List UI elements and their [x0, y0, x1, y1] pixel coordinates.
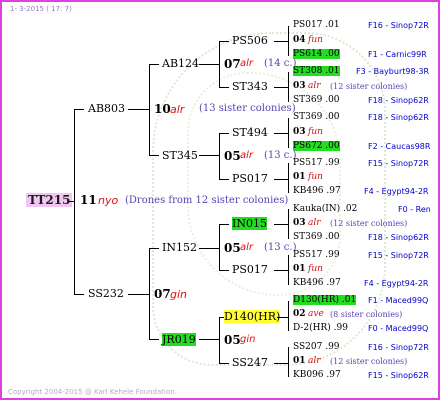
l3-colony[interactable]: PS017: [232, 263, 268, 276]
dam-colony[interactable]: SS232: [88, 287, 124, 300]
l2-number: 05: [224, 241, 241, 255]
leaf-colony[interactable]: D-2(HR) .99: [293, 323, 348, 333]
leaf-number: 03: [293, 127, 306, 137]
l2-info: (13 c.): [264, 150, 297, 161]
l2-race: alr: [240, 242, 254, 253]
l3-colony-highlighted[interactable]: D140(HR): [224, 310, 281, 323]
leaf-origin: F4 - Egypt94-2R: [364, 187, 429, 196]
leaf-origin: F1 - Carnic99R: [368, 50, 427, 59]
leaf-race: alr: [308, 356, 321, 366]
leaf-origin: F15 - Sinop72R: [368, 159, 429, 168]
leaf-colony-highlighted[interactable]: PS614 .00: [293, 49, 340, 59]
leaf-origin: F18 - Sinop62R: [368, 96, 429, 105]
root-number: 11: [80, 193, 97, 207]
leaf-info: (12 sister colonies): [330, 357, 408, 366]
leaf-colony[interactable]: Kauka(IN) .02: [293, 204, 357, 214]
leaf-race: fun: [308, 127, 323, 137]
dam-number: 07: [154, 287, 171, 301]
leaf-colony[interactable]: ST369 .00: [293, 112, 340, 122]
leaf-origin: F15 - Sinop62R: [368, 371, 429, 380]
l2-colony[interactable]: ST345: [162, 149, 198, 162]
leaf-colony[interactable]: ST369 .00: [293, 95, 340, 105]
l3-colony[interactable]: ST494: [232, 126, 268, 139]
leaf-info: (8 sister colonies): [330, 310, 403, 319]
leaf-race: alr: [308, 218, 321, 228]
leaf-number: 02: [293, 309, 306, 319]
leaf-race: fun: [308, 172, 323, 182]
leaf-race: alr: [308, 81, 321, 91]
leaf-race: ave: [308, 309, 324, 319]
sire-info: (13 sister colonies): [199, 103, 296, 114]
l2-number: 05: [224, 333, 241, 347]
leaf-number: 01: [293, 264, 306, 274]
leaf-number: 03: [293, 81, 306, 91]
leaf-colony[interactable]: KB496 .97: [293, 186, 341, 196]
l2-race: gin: [240, 334, 256, 345]
leaf-race: fun: [308, 264, 323, 274]
l3-colony[interactable]: PS506: [232, 34, 268, 47]
leaf-origin: F16 - Sinop72R: [368, 21, 429, 30]
root-info: (Drones from 12 sister colonies): [125, 195, 289, 206]
l2-race: alr: [240, 58, 254, 69]
dam-race: gin: [170, 288, 188, 301]
l2-race: alr: [240, 150, 254, 161]
l2-colony[interactable]: IN152: [162, 241, 197, 254]
l2-number: 07: [224, 57, 241, 71]
leaf-origin: F18 - Sinop62R: [368, 113, 429, 122]
leaf-origin: F2 - Caucas98R: [368, 142, 431, 151]
leaf-colony[interactable]: PS517 .99: [293, 158, 340, 168]
pedigree-chart: 1- 3-2015 ( 17: 7) TT215 11 nyo (Drones …: [0, 0, 440, 400]
leaf-colony-highlighted[interactable]: D130(HR) .01: [293, 295, 357, 305]
root-colony[interactable]: TT215: [26, 193, 73, 207]
leaf-origin: F0 - Ren: [398, 205, 431, 214]
leaf-colony-highlighted[interactable]: PS672 .00: [293, 141, 340, 151]
leaf-number: 03: [293, 218, 306, 228]
l2-info: (14 c.): [264, 58, 297, 69]
leaf-colony[interactable]: KB096 .97: [293, 370, 341, 380]
l3-colony[interactable]: PS017: [232, 172, 268, 185]
sire-race: alr: [170, 103, 185, 116]
leaf-colony[interactable]: PS017 .01: [293, 20, 340, 30]
date-label: 1- 3-2015 ( 17: 7): [10, 5, 72, 13]
leaf-colony[interactable]: ST369 .00: [293, 232, 340, 242]
leaf-origin: F0 - Maced99Q: [368, 324, 429, 333]
leaf-number: 01: [293, 356, 306, 366]
l2-info: (13 c.): [264, 242, 297, 253]
l2-number: 05: [224, 149, 241, 163]
leaf-origin: F15 - Sinop72R: [368, 251, 429, 260]
leaf-origin: F18 - Sinop62R: [368, 233, 429, 242]
l2-colony[interactable]: AB124: [162, 57, 199, 70]
copyright-text: Copyright 2004-2015 @ Karl Kehele Founda…: [8, 388, 177, 396]
leaf-colony[interactable]: PS517 .99: [293, 250, 340, 260]
leaf-origin: F3 - Bayburt98-3R: [356, 67, 430, 76]
sire-colony[interactable]: AB803: [88, 102, 125, 115]
l3-colony[interactable]: ST343: [232, 80, 268, 93]
leaf-origin: F16 - Sinop72R: [368, 343, 429, 352]
leaf-number: 04: [293, 35, 306, 45]
sire-number: 10: [154, 102, 171, 116]
leaf-origin: F4 - Egypt94-2R: [364, 279, 429, 288]
leaf-colony[interactable]: SS207 .99: [293, 342, 340, 352]
leaf-number: 01: [293, 172, 306, 182]
leaf-race: fun: [308, 35, 323, 45]
l2-colony-highlighted[interactable]: JR019: [162, 333, 196, 346]
leaf-colony[interactable]: KB496 .97: [293, 278, 341, 288]
leaf-info: (12 sister colonies): [330, 82, 408, 91]
leaf-info: (12 sister colonies): [330, 219, 408, 228]
root-race: nyo: [98, 194, 119, 207]
leaf-colony-highlighted[interactable]: ST308 .01: [293, 66, 340, 76]
l3-colony-highlighted[interactable]: IN015: [232, 217, 267, 230]
leaf-origin: F1 - Maced99Q: [368, 296, 429, 305]
l3-colony[interactable]: SS247: [232, 356, 268, 369]
